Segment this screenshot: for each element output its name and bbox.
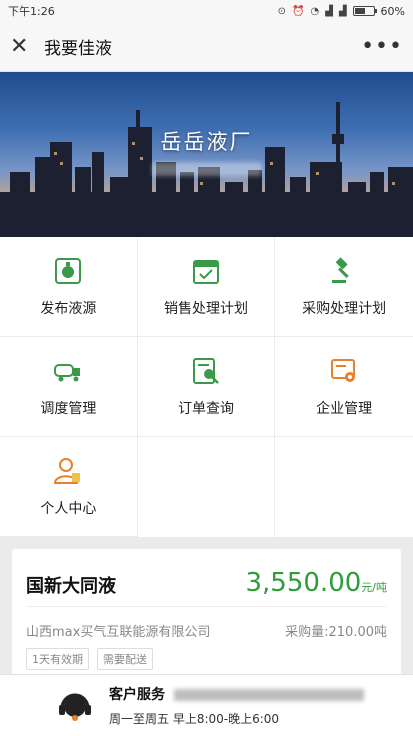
menu-item-order-query[interactable]: 订单查询 — [137, 337, 276, 437]
menu-item-label: 企业管理 — [316, 400, 373, 417]
wifi-icon: ◔ — [310, 5, 320, 17]
service-title: 客户服务 — [109, 687, 165, 703]
listing-tags: 1天有效期 需要配送 — [26, 648, 387, 670]
link-icon: ⊙ — [277, 5, 286, 17]
menu-item-label: 个人中心 — [40, 500, 97, 517]
company-name: 岳岳液厂 — [160, 130, 253, 154]
listing-details: 山西max买气互联能源有限公司 采购量:210.00吨 — [26, 621, 387, 640]
customer-service-bar[interactable]: 客户服务 周一至周五 早上8:00-晚上6:00 — [0, 674, 413, 736]
price-block: 3,550.00元/吨 — [246, 568, 388, 598]
menu-empty-cell — [138, 437, 276, 537]
price-value: 3,550.00 — [245, 568, 362, 598]
function-menu-grid: 发布液源 销售处理计划 采购处理计划 调度管理 订单查询 企业管理 个人中心 — [0, 237, 413, 537]
menu-item-label: 采购处理计划 — [302, 300, 387, 317]
company-subtitle-redacted — [151, 162, 262, 176]
tanker-truck-icon — [54, 363, 81, 381]
service-info: 客户服务 周一至周五 早上8:00-晚上6:00 — [109, 684, 364, 727]
gavel-icon — [332, 256, 349, 283]
calendar-icon — [192, 259, 219, 284]
search-order-icon — [192, 357, 219, 384]
status-bar: 下午1:26 ⊙ ⏰ ◔ ▟ ▟ 60% — [0, 0, 413, 22]
navbar: ✕ 我要佳液 ••• — [0, 22, 413, 72]
status-time: 下午1:26 — [8, 5, 55, 18]
more-menu-button[interactable]: ••• — [361, 34, 403, 59]
product-name: 国新大同液 — [26, 576, 116, 597]
gear-certificate-icon — [331, 358, 356, 382]
menu-item-label: 调度管理 — [40, 400, 97, 417]
menu-item-personal[interactable]: 个人中心 — [0, 437, 138, 537]
signal-2-icon: ▟ — [338, 5, 347, 17]
price-unit: 元/吨 — [361, 581, 387, 594]
alarm-icon: ⏰ — [291, 5, 305, 17]
battery-text: 60% — [380, 4, 405, 18]
listing-header: 国新大同液 3,550.00元/吨 — [26, 549, 387, 607]
user-icon — [54, 457, 81, 484]
menu-empty-cell — [275, 437, 413, 537]
menu-item-purchase-plan[interactable]: 采购处理计划 — [275, 237, 413, 337]
menu-item-sales-plan[interactable]: 销售处理计划 — [137, 237, 276, 337]
menu-item-enterprise[interactable]: 企业管理 — [275, 337, 413, 437]
signal-icon: ▟ — [325, 5, 333, 17]
company-banner: 岳岳液厂 — [0, 72, 413, 237]
status-icons: ⊙ ⏰ ◔ ▟ ▟ 60% — [278, 5, 405, 18]
publish-gas-icon — [55, 257, 82, 284]
menu-item-label: 销售处理计划 — [163, 300, 248, 317]
menu-item-label: 发布液源 — [40, 300, 97, 317]
service-phone-redacted — [173, 689, 364, 701]
battery-icon — [352, 6, 377, 16]
tag-delivery: 需要配送 — [97, 648, 153, 670]
page-title: 我要佳液 — [44, 39, 112, 59]
menu-item-label: 订单查询 — [177, 400, 234, 417]
service-title-line: 客户服务 — [109, 684, 364, 704]
tag-validity: 1天有效期 — [26, 648, 89, 670]
company-name-text: 山西max买气互联能源有限公司 — [26, 625, 211, 640]
headset-icon — [59, 693, 91, 721]
service-hours: 周一至周五 早上8:00-晚上6:00 — [109, 712, 280, 726]
listing-card[interactable]: 国新大同液 3,550.00元/吨 山西max买气互联能源有限公司 采购量:21… — [12, 549, 401, 689]
menu-item-publish[interactable]: 发布液源 — [0, 237, 138, 337]
menu-item-dispatch[interactable]: 调度管理 — [0, 337, 138, 437]
purchase-quantity: 采购量:210.00吨 — [285, 625, 387, 640]
close-icon[interactable]: ✕ — [10, 35, 40, 58]
